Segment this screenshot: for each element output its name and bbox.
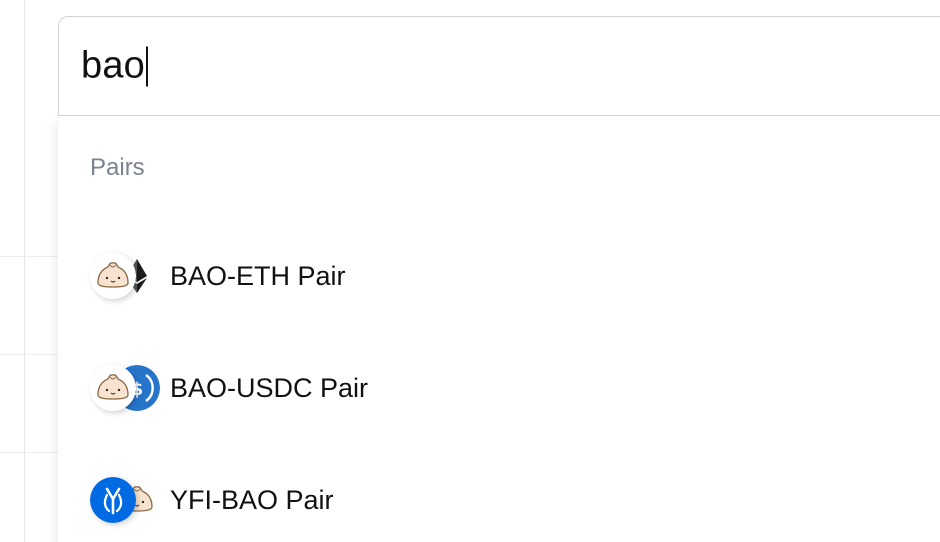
- text-caret: [146, 46, 149, 86]
- section-header-pairs: Pairs: [90, 154, 145, 181]
- result-item-label: BAO-ETH Pair: [170, 260, 346, 291]
- result-item-label: YFI-BAO Pair: [170, 484, 334, 515]
- background-row-divider: [0, 354, 58, 355]
- background-divider: [24, 0, 25, 542]
- search-results-dropdown: Pairs BAO-ETH Pair $ BAO-USDC Pair YFI-B…: [58, 116, 940, 542]
- background-row-divider: [0, 452, 58, 453]
- bao-token-icon: [90, 253, 136, 299]
- pair-icons: $: [58, 348, 168, 428]
- search-box[interactable]: bao: [58, 16, 940, 116]
- pair-icons: [58, 460, 168, 540]
- search-input[interactable]: bao: [81, 44, 149, 88]
- bao-token-icon: [90, 365, 136, 411]
- background-row-divider: [0, 256, 58, 257]
- result-item-bao-usdc-pair[interactable]: $ BAO-USDC Pair: [58, 348, 940, 428]
- yfi-token-icon: [90, 477, 136, 523]
- search-input-value: bao: [81, 44, 146, 87]
- result-item-bao-eth-pair[interactable]: BAO-ETH Pair: [58, 236, 940, 316]
- page: bao Pairs BAO-ETH Pair $ BAO-USDC Pair Y…: [0, 0, 940, 542]
- pair-icons: [58, 236, 168, 316]
- result-item-yfi-bao-pair[interactable]: YFI-BAO Pair: [58, 460, 940, 540]
- result-item-label: BAO-USDC Pair: [170, 372, 369, 403]
